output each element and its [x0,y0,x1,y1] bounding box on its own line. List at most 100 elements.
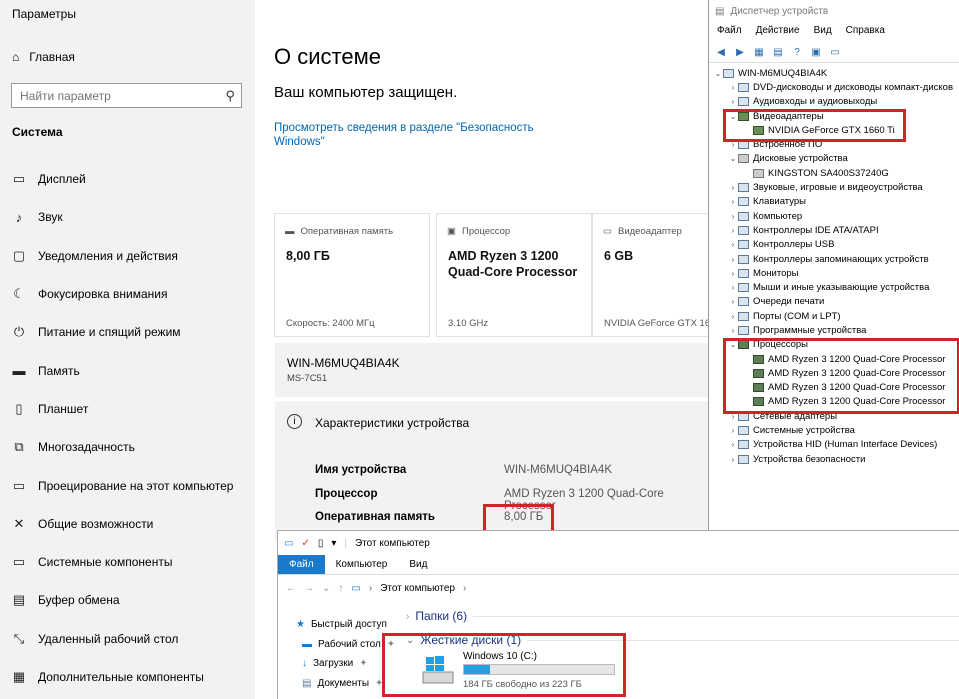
dm-toolbar: ◀ ▶ ▦ ▤ ? ▣ ▭ [709,43,959,63]
group-divider [473,615,959,617]
spec-label: Оперативная память [315,511,435,523]
back-arrow-icon[interactable]: ← [286,583,296,594]
chevron-right-icon[interactable]: › [728,83,738,92]
nav-item-remote-desktop[interactable]: ⤡ Удаленный рабочий стол [0,620,255,658]
device-tree-label: Компьютер [753,210,803,222]
nav-item-storage[interactable]: ▬ Память [0,351,255,389]
tab-file[interactable]: Файл [278,555,325,574]
page-title: О системе [274,44,381,69]
device-tree-row[interactable]: ⌄ WIN-M6MUQ4BIA4K [709,66,959,80]
pc-model: MS-7C51 [287,373,328,384]
chevron-right-icon[interactable]: › [728,269,738,278]
chevron-right-icon[interactable]: › [728,240,738,249]
breadcrumb-chevron-icon[interactable]: › [463,583,466,594]
device-tree-row[interactable]: › Очереди печати [709,295,959,309]
chevron-down-icon[interactable]: ⌄ [713,69,723,78]
properties-icon[interactable]: ✓ [301,538,309,549]
nav-item-display[interactable]: ▭ Дисплей [0,160,255,198]
nav-item-tablet[interactable]: ▯ Планшет [0,390,255,428]
menu-action[interactable]: Действие [756,25,800,41]
scan-hardware-icon[interactable]: ▭ [828,46,842,59]
menu-file[interactable]: Файл [717,25,742,41]
address-path[interactable]: Этот компьютер [380,583,455,594]
qat-dropdown-icon[interactable]: ▾ [331,538,336,549]
tab-computer[interactable]: Компьютер [325,555,399,574]
nav-item-notifications[interactable]: ▢ Уведомления и действия [0,237,255,275]
dm-title: Диспетчер устройств [730,6,829,17]
properties-icon[interactable]: ▦ [752,46,766,59]
nav-item-shared-experiences[interactable]: ✕ Общие возможности [0,505,255,543]
device-tree-row[interactable]: › Порты (COM и LPT) [709,309,959,323]
chevron-right-icon[interactable]: › [728,326,738,335]
spec-value: WIN-M6MUQ4BIA4K [504,464,612,476]
nav-quick-access[interactable]: ★ Быстрый доступ [288,615,408,635]
device-tree-row[interactable]: › Устройства безопасности [709,452,959,466]
ram-highlight-box [483,504,554,533]
device-tree-label: Дисковые устройства [753,153,848,165]
chevron-right-icon[interactable]: › [728,197,738,206]
nav-item-label: Проецирование на этот компьютер [38,478,234,493]
device-tree-row[interactable]: › Системные устройства [709,423,959,437]
chevron-right-icon[interactable]: › [728,255,738,264]
up-arrow-icon[interactable]: ↑ [338,583,343,594]
nav-item-focus-assist[interactable]: ☾ Фокусировка внимания [0,275,255,313]
device-tree-row[interactable]: › Контроллеры запоминающих устройств [709,252,959,266]
menu-help[interactable]: Справка [846,25,885,41]
chevron-right-icon[interactable]: › [728,426,738,435]
back-icon[interactable]: ◀ [714,46,728,59]
nav-home[interactable]: ⌂ Главная [12,50,75,64]
nav-item-projecting[interactable]: ▭ Проецирование на этот компьютер [0,466,255,504]
chevron-right-icon[interactable]: › [728,297,738,306]
chevron-right-icon[interactable]: › [728,212,738,221]
recent-dropdown-icon[interactable]: ⌄ [322,583,330,594]
menu-view[interactable]: Вид [814,25,832,41]
search-box[interactable]: ⚲ [11,83,242,108]
device-tree-row[interactable]: › Компьютер [709,209,959,223]
device-tree-row[interactable]: › Аудиовходы и аудиовыходы [709,95,959,109]
device-tree-row[interactable]: › DVD-дисководы и дисководы компакт-диско… [709,80,959,94]
search-icon[interactable]: ⚲ [225,88,235,104]
device-tree-label: Программные устройства [753,324,867,336]
device-tree-row[interactable]: KINGSTON SA400S37240G [709,166,959,180]
chevron-down-icon[interactable]: ⌄ [728,154,738,163]
chevron-right-icon[interactable]: › [728,97,738,106]
nav-item-system-components[interactable]: ▭ Системные компоненты [0,543,255,581]
device-tree-label: WIN-M6MUQ4BIA4K [738,67,828,79]
device-tree-row[interactable]: › Контроллеры USB [709,238,959,252]
chevron-right-icon[interactable]: › [406,611,409,622]
folders-group[interactable]: › Папки (6) [406,607,959,625]
system-icon [738,426,749,436]
nav-item-optional-features[interactable]: ▦ Дополнительные компоненты [0,658,255,696]
chevron-right-icon[interactable]: › [728,455,738,464]
chevron-right-icon[interactable]: › [728,440,738,449]
nav-item-clipboard[interactable]: ▤ Буфер обмена [0,581,255,619]
chevron-right-icon[interactable]: › [728,226,738,235]
device-tree-row[interactable]: › Программные устройства [709,323,959,337]
forward-arrow-icon[interactable]: → [304,583,314,594]
view-icon[interactable]: ▣ [809,46,823,59]
device-tree-row[interactable]: › Контроллеры IDE ATA/ATAPI [709,223,959,237]
nav-item-sound[interactable]: ♪ Звук [0,198,255,236]
device-tree-row[interactable]: › Мыши и иные указывающие устройства [709,280,959,294]
search-input[interactable] [12,84,212,107]
device-tree-row[interactable]: › Устройства HID (Human Interface Devices… [709,438,959,452]
forward-icon[interactable]: ▶ [733,46,747,59]
chevron-right-icon[interactable]: › [728,183,738,192]
device-tree-row[interactable]: › Звуковые, игровые и видеоустройства [709,180,959,194]
help-icon[interactable]: ? [790,46,804,59]
device-tree-row[interactable]: › Мониторы [709,266,959,280]
list-icon[interactable]: ▤ [771,46,785,59]
tab-view[interactable]: Вид [398,555,438,574]
chevron-right-icon[interactable]: › [728,312,738,321]
port-icon [738,311,749,321]
security-icon [738,454,749,464]
chevron-right-icon[interactable]: › [728,283,738,292]
security-link[interactable]: Просмотреть сведения в разделе "Безопасн… [274,121,554,149]
device-tree-row[interactable]: › Клавиатуры [709,195,959,209]
folders-group-label: Папки (6) [415,609,468,623]
ram-card-label: Оперативная память [300,226,394,237]
new-folder-icon[interactable]: ▯ [318,538,324,549]
nav-item-multitasking[interactable]: ⧉ Многозадачность [0,428,255,466]
nav-item-power[interactable]: ⏻ Питание и спящий режим [0,313,255,351]
device-tree-row[interactable]: ⌄ Дисковые устройства [709,152,959,166]
